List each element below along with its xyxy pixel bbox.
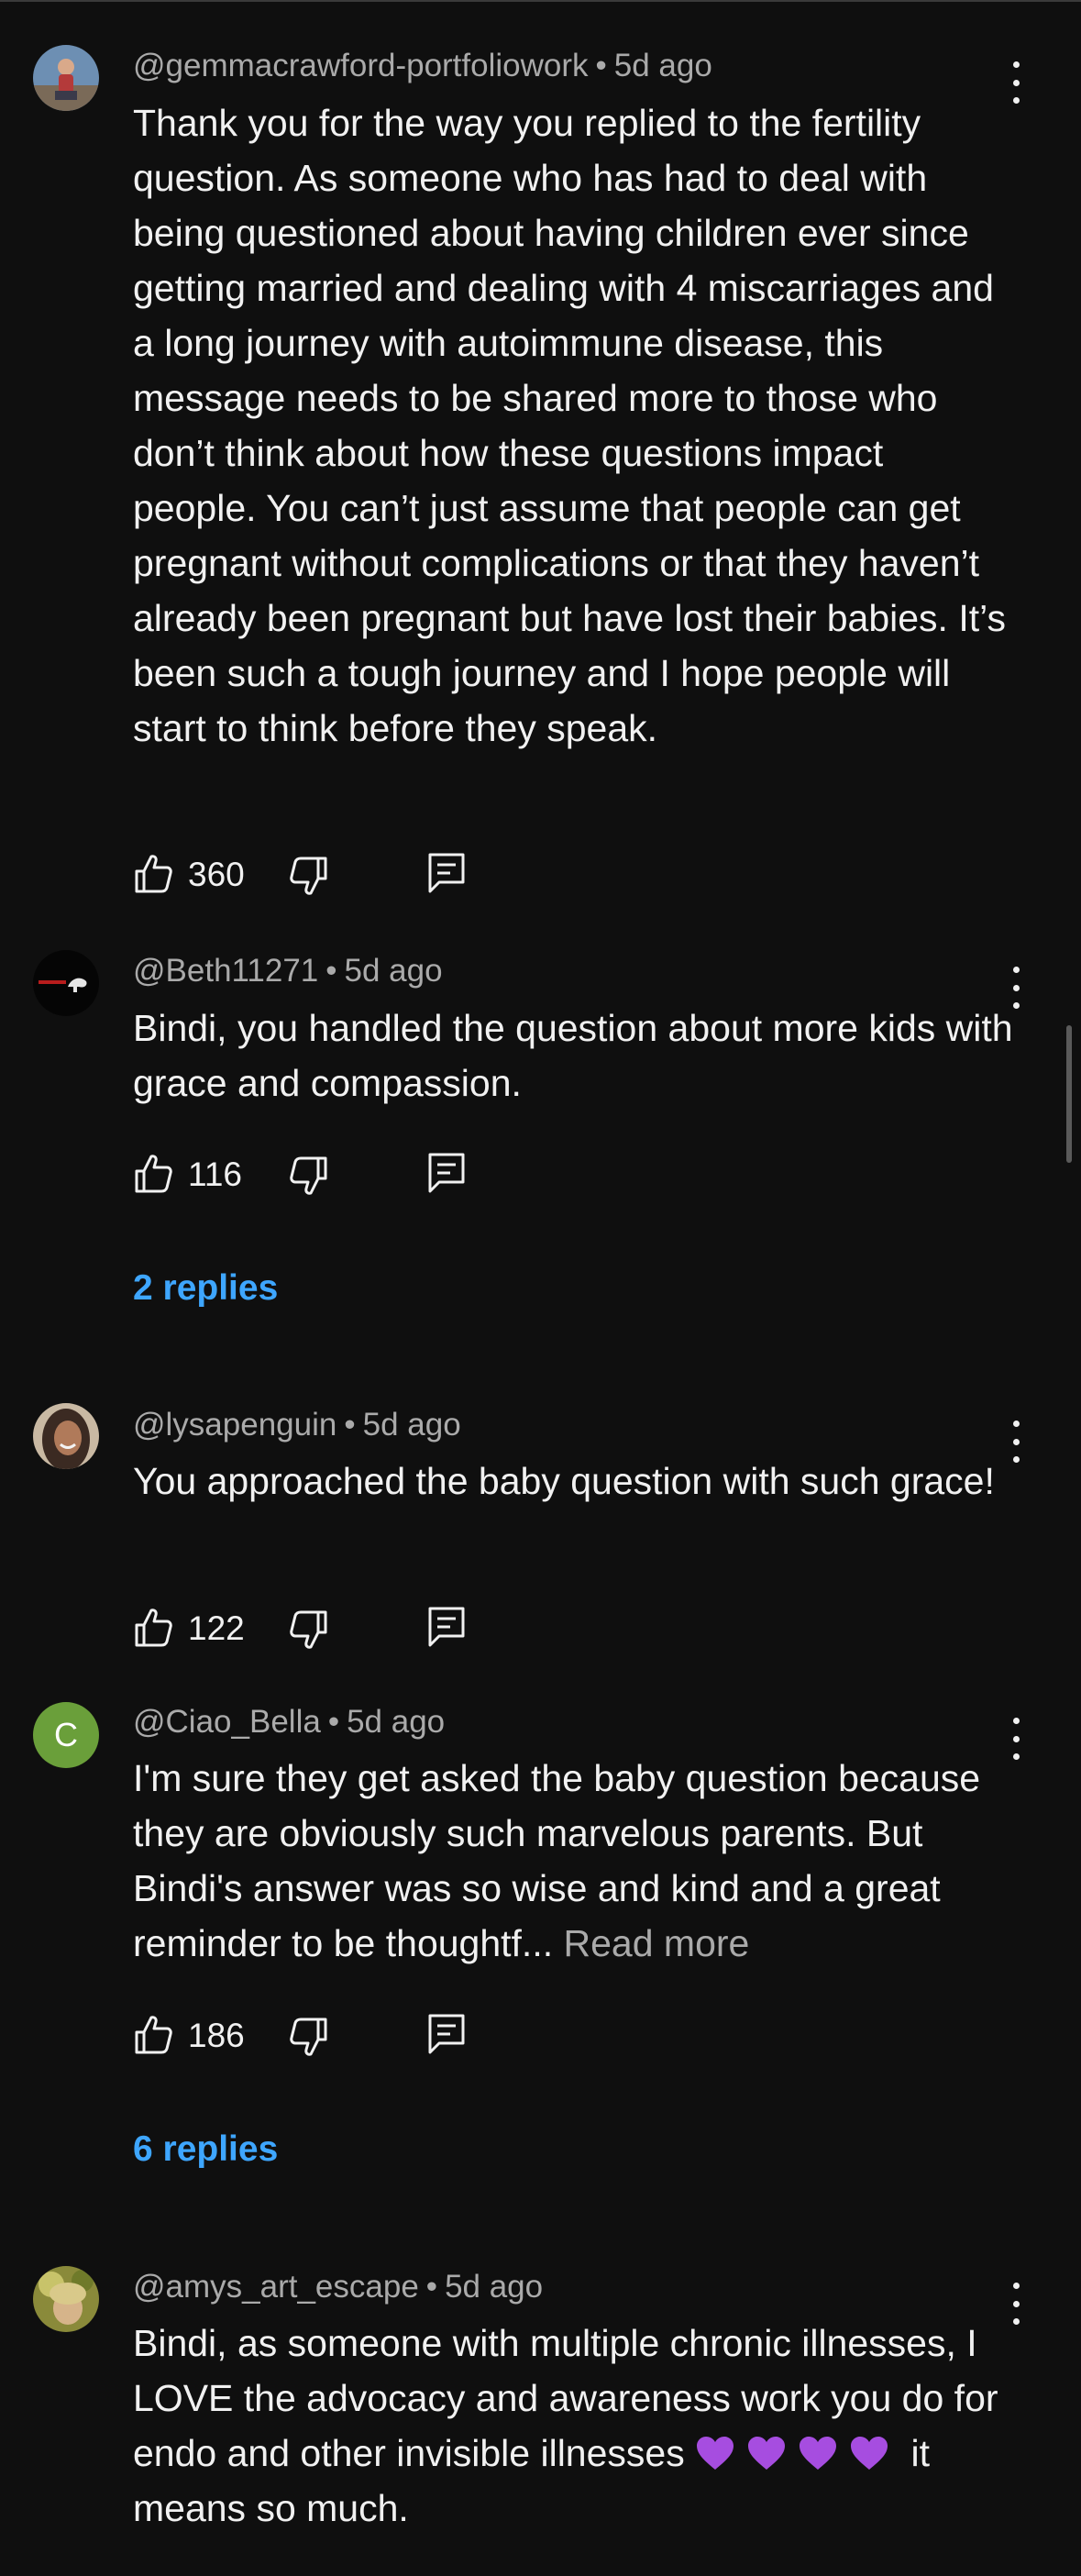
comment-time: 5d ago [613, 48, 712, 83]
comment-meta: @lysapenguin • 5d ago [133, 1407, 461, 1443]
top-divider [0, 0, 1081, 2]
comment-meta: @gemmacrawford-portfoliowork • 5d ago [133, 48, 712, 83]
comment-text: Bindi, as someone with multiple chronic … [133, 2316, 1013, 2536]
purple-heart-icon [748, 2437, 786, 2470]
comment-text: You approached the baby question with su… [133, 1460, 995, 1502]
comment-actions: 186 [133, 2012, 500, 2060]
comment-time: 5d ago [362, 1407, 461, 1443]
comment-meta: @amys_art_escape • 5d ago [133, 2269, 544, 2305]
avatar-letter: C [54, 1716, 78, 1753]
thumbs-up-icon[interactable] [133, 851, 173, 895]
purple-heart-icon [697, 2437, 734, 2470]
comment-meta: @Ciao_Bella • 5d ago [133, 1704, 446, 1740]
comment-meta: @Beth11271 • 5d ago [133, 953, 443, 989]
avatar[interactable]: C [33, 1702, 99, 1768]
comment-text: I'm sure they get asked the baby questio… [133, 1751, 1013, 1971]
comment-author[interactable]: @amys_art_escape [133, 2269, 419, 2305]
comment-text: Thank you for the way you replied to the… [133, 102, 1006, 749]
comment-actions: 116 [133, 1151, 500, 1199]
scrollbar[interactable] [1066, 1025, 1072, 1163]
comment-time: 5d ago [344, 953, 443, 989]
view-replies-link[interactable]: 6 replies [133, 2129, 278, 2170]
comment-author[interactable]: @Ciao_Bella [133, 1704, 321, 1740]
reply-icon[interactable] [426, 851, 467, 895]
comment-author[interactable]: @lysapenguin [133, 1407, 336, 1443]
comment-author[interactable]: @Beth11271 [133, 953, 318, 989]
comment-time: 5d ago [347, 1704, 446, 1740]
read-more-link[interactable]: Read more [564, 1922, 750, 1964]
comment-author[interactable]: @gemmacrawford-portfoliowork [133, 48, 589, 83]
comment-time: 5d ago [445, 2269, 544, 2305]
reply-icon[interactable] [426, 1151, 467, 1195]
view-replies-link[interactable]: 2 replies [133, 1268, 278, 1309]
thumbs-down-icon[interactable] [289, 2016, 329, 2060]
thumbs-down-icon[interactable] [289, 855, 329, 899]
avatar[interactable] [33, 950, 99, 1016]
reply-icon[interactable] [426, 1605, 467, 1649]
reply-icon[interactable] [426, 2012, 467, 2056]
like-count: 360 [188, 856, 245, 893]
comment-text-truncated: I'm sure they get asked the baby questio… [133, 1757, 981, 1964]
avatar[interactable] [33, 1403, 99, 1469]
like-count: 116 [188, 1155, 242, 1193]
thumbs-up-icon[interactable] [133, 2012, 173, 2056]
avatar[interactable] [33, 45, 99, 111]
like-count: 122 [188, 1609, 245, 1647]
comment-actions: 360 [133, 851, 500, 899]
thumbs-up-icon[interactable] [133, 1605, 173, 1649]
purple-heart-icon [800, 2437, 837, 2470]
purple-heart-icon [851, 2437, 888, 2470]
thumbs-down-icon[interactable] [289, 1155, 329, 1199]
like-count: 186 [188, 2017, 245, 2054]
comment-actions: 122 [133, 1605, 500, 1653]
thumbs-up-icon[interactable] [133, 1151, 173, 1195]
avatar[interactable] [33, 2266, 99, 2332]
comment-text: Bindi, you handled the question about mo… [133, 1007, 1013, 1104]
thumbs-down-icon[interactable] [289, 1609, 329, 1653]
